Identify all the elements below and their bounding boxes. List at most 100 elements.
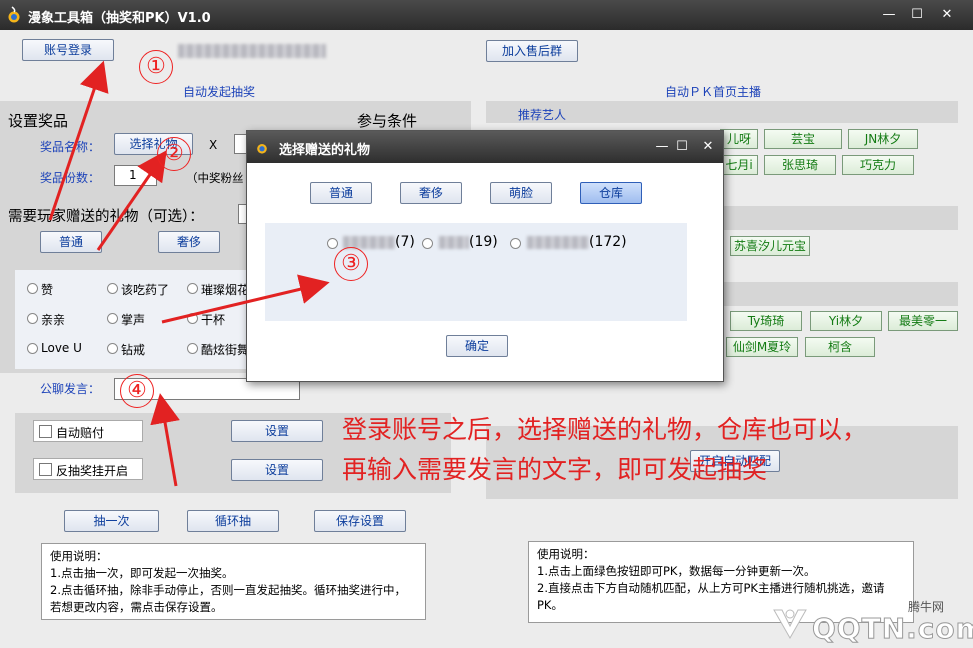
anchor-button[interactable]: 最美零一 [888, 311, 958, 331]
watermark-brand: QQTN.com [812, 612, 973, 646]
pk-section-title: 自动ＰＫ首页主播 [665, 85, 762, 99]
dialog-maximize-icon[interactable]: ☐ [671, 137, 693, 157]
gift-radio[interactable] [27, 313, 38, 324]
gift-option: 亲亲 [41, 313, 66, 327]
settings-button-2[interactable]: 设置 [231, 459, 323, 481]
lottery-instructions: 使用说明： 1.点击抽一次，即可发起一次抽奖。 2.点击循环抽，除非手动停止，否… [41, 543, 426, 620]
gift-radio[interactable] [107, 313, 118, 324]
instruction-line: 使用说明： [50, 549, 108, 563]
maximize-icon[interactable]: ☐ [906, 5, 928, 25]
dialog-close-icon[interactable]: ✕ [697, 137, 719, 157]
dialog-confirm-button[interactable]: 确定 [446, 335, 508, 357]
dialog-title: 选择赠送的礼物 [279, 143, 371, 158]
prize-count-input[interactable]: 1 [114, 165, 157, 186]
gift-count: (172) [589, 234, 627, 250]
gift-tab-normal[interactable]: 普通 [40, 231, 102, 253]
window-title-bar: 漫象工具箱（抽奖和PK）V1.0 — ☐ ✕ [0, 0, 973, 30]
condition-header: 参与条件 [357, 112, 418, 130]
loop-draw-button[interactable]: 循环抽 [187, 510, 279, 532]
recommended-label: 推荐艺人 [518, 108, 567, 122]
instruction-line: 若想更改内容，需点击保存设置。 [50, 600, 223, 614]
winner-fans-label: （中奖粉丝 [186, 171, 244, 185]
anchor-button[interactable]: 苏喜汐儿元宝 [730, 236, 810, 256]
auto-accompany-box: 自动赔付 [33, 420, 143, 442]
gift-option: 酷炫街舞 [201, 343, 250, 357]
prize-header: 设置奖品 [8, 112, 69, 130]
join-group-button[interactable]: 加入售后群 [486, 40, 578, 62]
gift-options-grid: 赞 该吃药了 璀璨烟花 亲亲 掌声 干杯 Love U 钻戒 酷炫街舞 [15, 270, 250, 369]
gift-radio[interactable] [107, 283, 118, 294]
gift-name-blurred [527, 236, 589, 249]
gift-option: 钻戒 [121, 343, 146, 357]
gift-radio[interactable] [187, 313, 198, 324]
marker-2: ② [157, 137, 191, 171]
anchor-button[interactable]: 儿呀 [720, 129, 758, 149]
dialog-minimize-icon[interactable]: — [651, 137, 673, 157]
dialog-tab-cute[interactable]: 萌脸 [490, 182, 552, 204]
gift-radio[interactable] [27, 343, 38, 354]
auto-accompany-checkbox[interactable] [39, 425, 52, 438]
gift-option: 该吃药了 [121, 283, 170, 297]
anchor-button[interactable]: 七月i [720, 155, 758, 175]
lottery-section-title: 自动发起抽奖 [183, 85, 256, 99]
anti-cheat-box: 反抽奖挂开启 [33, 458, 143, 480]
dialog-tab-luxury[interactable]: 奢侈 [400, 182, 462, 204]
gift-count: (19) [469, 234, 498, 250]
instruction-line: 使用说明： [537, 547, 595, 561]
instruction-line: 2.点击循环抽，除非手动停止，否则一直发起抽奖。循环抽奖进行中， [50, 583, 406, 597]
anchor-button[interactable]: 张思琦 [764, 155, 836, 175]
prize-count-label: 奖品份数： [40, 171, 101, 185]
dialog-app-icon [257, 143, 267, 154]
gift-option: 璀璨烟花 [201, 283, 250, 297]
select-gift-dialog: 选择赠送的礼物 — ☐ ✕ 普通 奢侈 萌脸 仓库 (7) (19) (172)… [246, 130, 724, 382]
watermark-logo-icon [773, 609, 807, 640]
anchor-button[interactable]: 柯含 [805, 337, 875, 357]
prize-name-label: 奖品名称： [40, 140, 101, 154]
gift-radio[interactable] [107, 343, 118, 354]
gift-radio[interactable] [187, 343, 198, 354]
times-symbol: X [209, 138, 218, 152]
account-name-blurred [178, 44, 326, 58]
gift-radio[interactable] [187, 283, 198, 294]
marker-1: ① [139, 50, 173, 84]
app-icon [8, 6, 20, 23]
chat-label: 公聊发言： [40, 382, 101, 396]
anti-cheat-label: 反抽奖挂开启 [56, 464, 129, 478]
gift-name-blurred [439, 236, 469, 249]
anchor-button[interactable]: Ty琦琦 [730, 311, 802, 331]
close-icon[interactable]: ✕ [936, 5, 958, 25]
gift-tab-luxury[interactable]: 奢侈 [158, 231, 220, 253]
anchor-button[interactable]: 巧克力 [842, 155, 914, 175]
annotation-text-line1: 登录账号之后，选择赠送的礼物，仓库也可以， [342, 415, 868, 444]
settings-button-1[interactable]: 设置 [231, 420, 323, 442]
gift-radio[interactable] [510, 238, 521, 249]
marker-3: ③ [334, 247, 368, 281]
gift-option: 掌声 [121, 313, 146, 327]
draw-once-button[interactable]: 抽一次 [64, 510, 159, 532]
save-settings-button[interactable]: 保存设置 [314, 510, 406, 532]
gift-radio[interactable] [27, 283, 38, 294]
gift-option: 干杯 [201, 313, 226, 327]
anchor-button[interactable]: 仙剑M夏玲 [726, 337, 798, 357]
gift-radio[interactable] [327, 238, 338, 249]
auto-accompany-label: 自动赔付 [56, 426, 105, 440]
annotation-text-line2: 再输入需要发言的文字，即可发起抽奖 [342, 455, 768, 484]
anchor-button[interactable]: 芸宝 [764, 129, 842, 149]
dialog-title-bar: 选择赠送的礼物 — ☐ ✕ [247, 131, 723, 163]
window-title: 漫象工具箱（抽奖和PK）V1.0 [28, 11, 211, 26]
dialog-tab-normal[interactable]: 普通 [310, 182, 372, 204]
anchor-button[interactable]: JN林夕 [848, 129, 918, 149]
gift-radio[interactable] [422, 238, 433, 249]
anti-cheat-checkbox[interactable] [39, 463, 52, 476]
minimize-icon[interactable]: — [878, 5, 900, 25]
dialog-tab-warehouse[interactable]: 仓库 [580, 182, 642, 204]
anchor-button[interactable]: Yi林夕 [810, 311, 882, 331]
login-button[interactable]: 账号登录 [22, 39, 114, 61]
gift-option: Love U [41, 341, 82, 355]
gift-count: (7) [395, 234, 415, 250]
watermark: 腾牛网 QQTN.com [770, 590, 973, 646]
marker-4: ④ [120, 374, 154, 408]
dialog-gift-list: (7) (19) (172) [265, 223, 687, 321]
need-gift-label: 需要玩家赠送的礼物（可选）： [8, 209, 204, 225]
gift-option: 赞 [41, 283, 54, 297]
